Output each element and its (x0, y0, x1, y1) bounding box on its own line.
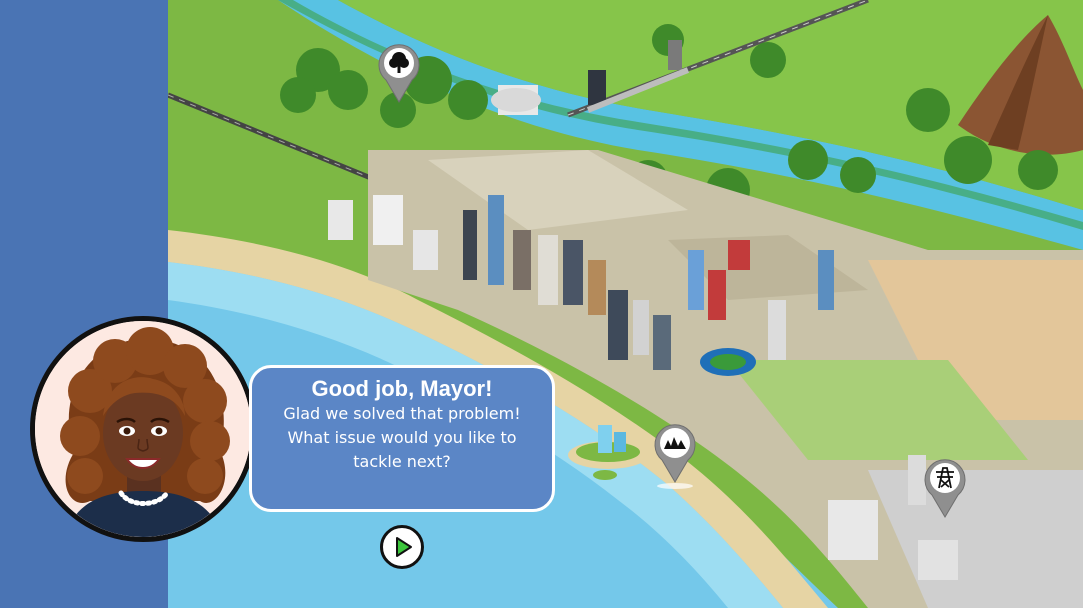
dialog-message: Glad we solved that problem! What issue … (283, 404, 521, 471)
advisor-avatar (30, 316, 256, 542)
dialog-title: Good job, Mayor! (311, 376, 493, 401)
play-arrow-icon (388, 533, 416, 561)
map-pin-energy[interactable] (922, 455, 968, 519)
advisor-dialog: Good job, Mayor! Glad we solved that pro… (249, 365, 555, 512)
next-button[interactable] (380, 525, 424, 569)
advisor-portrait (35, 321, 251, 537)
map-pin-parks[interactable] (376, 40, 422, 104)
map-pin-coast[interactable] (652, 420, 698, 489)
